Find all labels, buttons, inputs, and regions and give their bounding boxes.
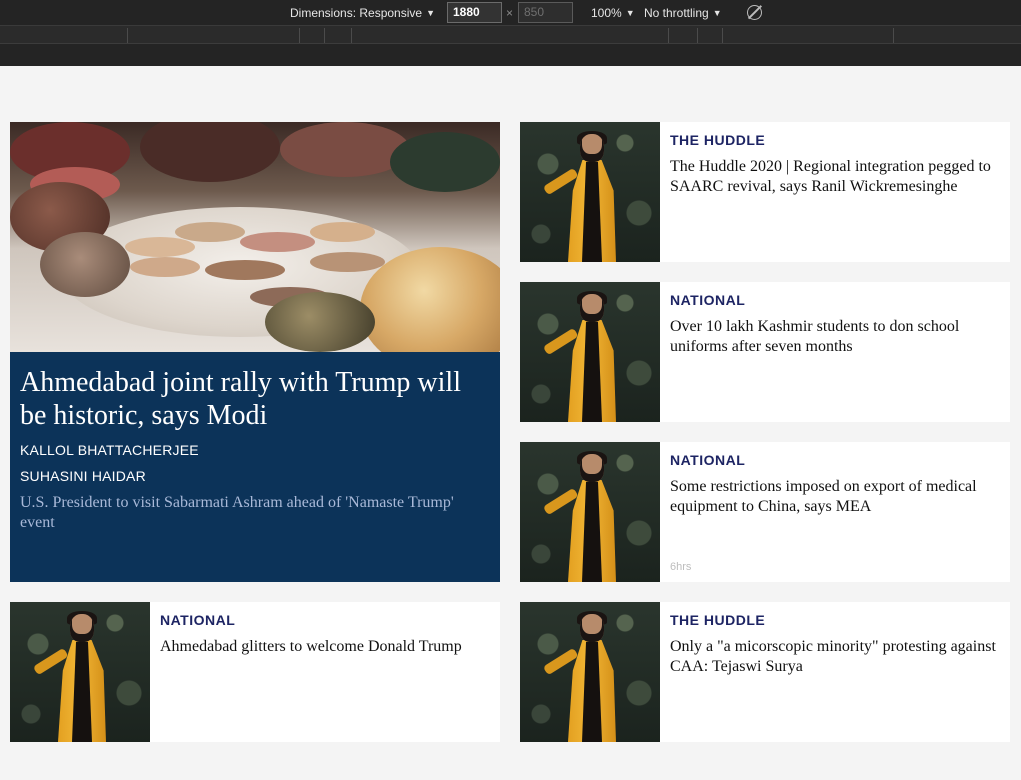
zoom-dropdown[interactable]: 100% ▼ — [591, 0, 635, 26]
story-card[interactable]: NATIONAL Some restrictions imposed on ex… — [520, 442, 1010, 582]
section-kicker[interactable]: THE HUDDLE — [670, 132, 765, 148]
story-thumbnail[interactable] — [520, 602, 660, 742]
media-query-ruler[interactable] — [0, 26, 1021, 44]
story-thumbnail[interactable] — [520, 282, 660, 422]
story-headline[interactable]: Ahmedabad glitters to welcome Donald Tru… — [160, 637, 490, 657]
hero-image[interactable] — [10, 122, 500, 352]
devtools-device-toolbar: Dimensions: Responsive ▼ 1880 × 850 100% ▼… — [0, 0, 1021, 26]
hero-headline[interactable]: Ahmedabad joint rally with Trump will be… — [20, 366, 490, 432]
ruler-tick — [893, 28, 894, 43]
times-symbol: × — [506, 6, 514, 20]
story-card[interactable]: THE HUDDLE The Huddle 2020 | Regional in… — [520, 122, 1010, 262]
section-kicker[interactable]: NATIONAL — [670, 292, 745, 308]
story-card[interactable]: NATIONAL Over 10 lakh Kashmir students t… — [520, 282, 1010, 422]
ruler-tick — [697, 28, 698, 43]
width-input[interactable]: 1880 — [447, 2, 502, 23]
devtools-divider — [0, 44, 1021, 66]
story-thumbnail[interactable] — [520, 122, 660, 262]
chevron-down-icon: ▼ — [625, 8, 635, 18]
ruler-tick — [668, 28, 669, 43]
hero-author[interactable]: KALLOL BHATTACHERJEE — [20, 442, 199, 458]
height-input[interactable]: 850 — [518, 2, 573, 23]
section-kicker[interactable]: NATIONAL — [160, 612, 235, 628]
section-kicker[interactable]: NATIONAL — [670, 452, 745, 468]
hero-author[interactable]: SUHASINI HAIDAR — [20, 468, 146, 484]
story-card[interactable]: THE HUDDLE Only a "a micorscopic minorit… — [520, 602, 1010, 742]
zoom-label: 100% — [591, 6, 622, 20]
ruler-tick — [351, 28, 352, 43]
story-card[interactable]: NATIONAL Ahmedabad glitters to welcome D… — [10, 602, 500, 742]
chevron-down-icon: ▼ — [426, 8, 435, 18]
throttling-label: No throttling — [644, 6, 709, 20]
ruler-tick — [127, 28, 128, 43]
hero-story-card[interactable]: Ahmedabad joint rally with Trump will be… — [10, 122, 500, 582]
story-headline[interactable]: Some restrictions imposed on export of m… — [670, 477, 1000, 517]
story-headline[interactable]: The Huddle 2020 | Regional integration p… — [670, 157, 1000, 197]
story-thumbnail[interactable] — [10, 602, 150, 742]
story-thumbnail[interactable] — [520, 442, 660, 582]
story-headline[interactable]: Only a "a micorscopic minority" protesti… — [670, 637, 1000, 677]
section-kicker[interactable]: THE HUDDLE — [670, 612, 765, 628]
chevron-down-icon: ▼ — [712, 8, 722, 18]
dimensions-label: Dimensions: Responsive — [290, 6, 423, 20]
dimensions-dropdown[interactable]: Dimensions: Responsive ▼ — [290, 0, 435, 26]
ruler-tick — [722, 28, 723, 43]
ruler-tick — [324, 28, 325, 43]
rotate-icon[interactable] — [747, 5, 762, 20]
hero-summary: U.S. President to visit Sabarmati Ashram… — [20, 494, 454, 531]
throttling-dropdown[interactable]: No throttling ▼ — [644, 0, 722, 26]
story-timestamp: 6hrs — [670, 561, 692, 573]
ruler-tick — [299, 28, 300, 43]
story-headline[interactable]: Over 10 lakh Kashmir students to don sch… — [670, 317, 1000, 357]
